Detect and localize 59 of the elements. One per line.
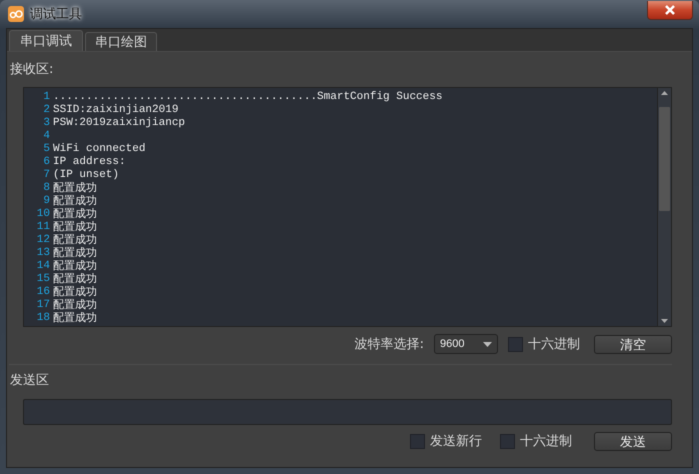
line-number: 13 — [36, 246, 51, 258]
window-title: 调试工具 — [30, 6, 82, 23]
tab[interactable]: 串口调试 — [9, 30, 83, 51]
line-number: 9 — [42, 194, 51, 206]
close-icon — [663, 4, 677, 14]
send-input[interactable] — [23, 399, 672, 425]
log-line: SSID:zaixinjian2019 — [53, 104, 178, 116]
line-number: 17 — [36, 298, 51, 310]
line-number: 14 — [36, 260, 51, 272]
log-line: IP address: — [53, 156, 126, 168]
log-line: (IP unset) — [53, 168, 120, 180]
log-line: 配置成功 — [53, 246, 97, 260]
line-number: 11 — [36, 220, 51, 232]
line-number: 3 — [42, 116, 51, 128]
scroll-down-icon[interactable] — [661, 319, 668, 323]
line-number: 4 — [42, 130, 51, 142]
log-line: 配置成功 — [53, 207, 97, 221]
line-number: 2 — [42, 104, 51, 116]
log-line: WiFi connected — [53, 142, 146, 154]
log-line: PSW:2019zaixinjiancp — [53, 116, 186, 128]
checkbox-label: 十六进制 — [520, 433, 572, 450]
log-line: 配置成功 — [53, 194, 97, 208]
dropdown-caret-icon — [483, 342, 492, 346]
line-number: 10 — [36, 208, 51, 220]
close-button[interactable] — [647, 0, 693, 20]
baud-label: 波特率选择: — [354, 336, 424, 353]
line-number: 12 — [36, 234, 51, 246]
checkbox[interactable] — [410, 434, 425, 448]
line-number: 7 — [42, 168, 51, 180]
checkbox[interactable] — [508, 336, 523, 352]
log-line: 配置成功 — [53, 285, 97, 299]
scroll-up-icon[interactable] — [661, 91, 668, 95]
line-number: 6 — [42, 156, 51, 168]
line-number: 1 — [42, 90, 51, 102]
line-number: 8 — [42, 182, 51, 194]
log-line: 配置成功 — [53, 181, 97, 195]
log-line: 配置成功 — [53, 259, 97, 273]
tab[interactable]: 串口绘图 — [85, 32, 157, 51]
log-line: 配置成功 — [53, 298, 97, 312]
line-number: 5 — [42, 142, 51, 154]
send-button[interactable]: 发送 — [594, 432, 672, 450]
clear-button[interactable]: 清空 — [594, 334, 672, 354]
log-line: 配置成功 — [53, 220, 97, 234]
app-icon — [8, 6, 24, 22]
scrollbar[interactable] — [657, 88, 671, 326]
baud-dropdown[interactable]: 9600 — [434, 334, 498, 354]
section-label: 接收区: — [10, 61, 54, 76]
log-line: 配置成功 — [53, 233, 97, 247]
log-line: ........................................SmartConfig Success — [53, 90, 442, 102]
checkbox[interactable] — [500, 434, 515, 448]
checkbox-label: 十六进制 — [528, 336, 580, 353]
line-number: 18 — [36, 312, 51, 324]
log-line: 配置成功 — [53, 272, 97, 286]
line-number: 16 — [36, 286, 51, 298]
section-label: 发送区 — [10, 372, 50, 387]
dropdown-value: 9600 — [440, 338, 464, 350]
checkbox-label: 发送新行 — [430, 433, 482, 450]
line-number: 15 — [36, 272, 51, 284]
log-line: 配置成功 — [53, 311, 97, 325]
